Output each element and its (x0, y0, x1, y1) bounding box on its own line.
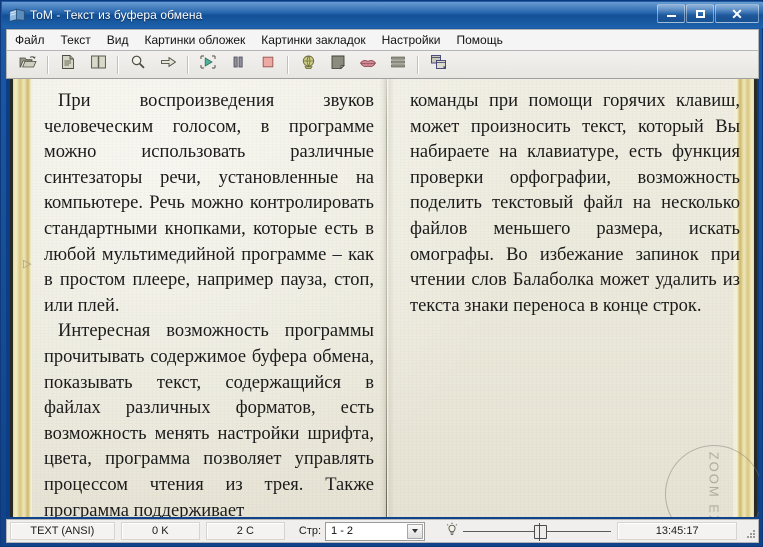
search-button[interactable] (125, 53, 151, 77)
globe-button[interactable] (295, 53, 321, 77)
status-encoding: TEXT (ANSI) (10, 522, 115, 540)
open-folder-button[interactable] (15, 53, 41, 77)
page-select[interactable]: 1 - 2 (325, 521, 426, 541)
page-left-paragraph-2: Интересная возможность программы прочиты… (44, 321, 374, 517)
book-icon (8, 6, 26, 24)
status-clock: 13:45:17 (617, 522, 738, 540)
book-spine-line (386, 79, 387, 517)
menu-item-bookmark-images[interactable]: Картинки закладок (253, 30, 373, 50)
menu-item-help[interactable]: Помощь (448, 30, 510, 50)
status-brightness-group (445, 522, 612, 541)
minimize-button[interactable] (657, 4, 685, 23)
bookmark-marker[interactable]: ▷ (23, 259, 31, 270)
close-button[interactable]: ✕ (715, 4, 759, 23)
maximize-button[interactable] (686, 4, 714, 23)
page-left-paragraph-1: При воспроизведения звуков человеческим … (44, 91, 374, 316)
menu-item-text[interactable]: Текст (53, 30, 99, 50)
pause-button[interactable] (225, 53, 251, 77)
lightbulb-icon (445, 522, 459, 541)
window-title: ToM - Текст из буфера обмена (30, 8, 203, 22)
stop-button[interactable] (255, 53, 281, 77)
bookmark-page-button[interactable] (325, 53, 351, 77)
document-icon (60, 54, 76, 75)
close-icon: ✕ (731, 5, 743, 22)
lines-button[interactable] (385, 53, 411, 77)
title-bar[interactable]: ToM - Текст из буфера обмена ✕ (2, 2, 763, 28)
slider-thumb[interactable] (534, 523, 548, 541)
menu-bar: Файл Текст Вид Картинки обложек Картинки… (6, 29, 759, 51)
toolbar-separator (287, 55, 289, 74)
pause-icon (232, 55, 244, 74)
brightness-slider[interactable] (463, 523, 612, 541)
status-char-count: 2 C (205, 522, 285, 540)
lines-icon (390, 55, 406, 74)
lips-icon (359, 56, 377, 74)
toolbar (6, 51, 759, 79)
globe-icon (300, 54, 317, 75)
split-window-button[interactable] (425, 53, 451, 77)
menu-item-file[interactable]: Файл (7, 30, 53, 50)
stop-icon (261, 55, 275, 74)
window-controls: ✕ (657, 4, 759, 23)
menu-item-settings[interactable]: Настройки (374, 30, 449, 50)
bookmark-page-icon (330, 54, 346, 75)
play-icon (199, 54, 217, 75)
toolbar-separator (187, 55, 189, 74)
status-page-group: Стр: 1 - 2 (291, 521, 439, 541)
play-button[interactable] (195, 53, 221, 77)
status-bar: TEXT (ANSI) 0 K 2 C Стр: 1 - 2 13:45:17 (6, 519, 759, 543)
book-open-icon (90, 54, 107, 75)
chevron-down-icon[interactable] (407, 523, 424, 539)
split-window-icon (430, 54, 447, 75)
toolbar-separator (47, 55, 49, 74)
maximize-icon (695, 9, 705, 18)
menu-item-view[interactable]: Вид (99, 30, 137, 50)
goto-arrow-icon (160, 55, 177, 74)
application-window: ToM - Текст из буфера обмена ✕ Файл Текс… (0, 0, 763, 547)
book-viewport[interactable]: ▷ При воспроизведения звуков человечески… (6, 79, 759, 517)
menu-item-cover-images[interactable]: Картинки обложек (136, 30, 253, 50)
toolbar-separator (417, 55, 419, 74)
document-button[interactable] (55, 53, 81, 77)
goto-button[interactable] (155, 53, 181, 77)
book: ▷ При воспроизведения звуков человечески… (6, 79, 759, 517)
book-spine (380, 79, 394, 517)
page-right: команды при помощи горячих клавиш, может… (410, 89, 740, 509)
resize-grip-icon[interactable] (740, 523, 756, 539)
open-folder-icon (19, 54, 37, 75)
page-select-value: 1 - 2 (331, 525, 354, 537)
minimize-icon (666, 15, 676, 17)
toolbar-separator (117, 55, 119, 74)
book-open-button[interactable] (85, 53, 111, 77)
status-file-size: 0 K (120, 522, 200, 540)
page-right-paragraph-1: команды при помощи горячих клавиш, может… (410, 91, 740, 316)
lips-button[interactable] (355, 53, 381, 77)
page-left: При воспроизведения звуков человеческим … (44, 89, 374, 517)
search-icon (130, 54, 146, 75)
status-page-label: Стр: (298, 525, 322, 537)
